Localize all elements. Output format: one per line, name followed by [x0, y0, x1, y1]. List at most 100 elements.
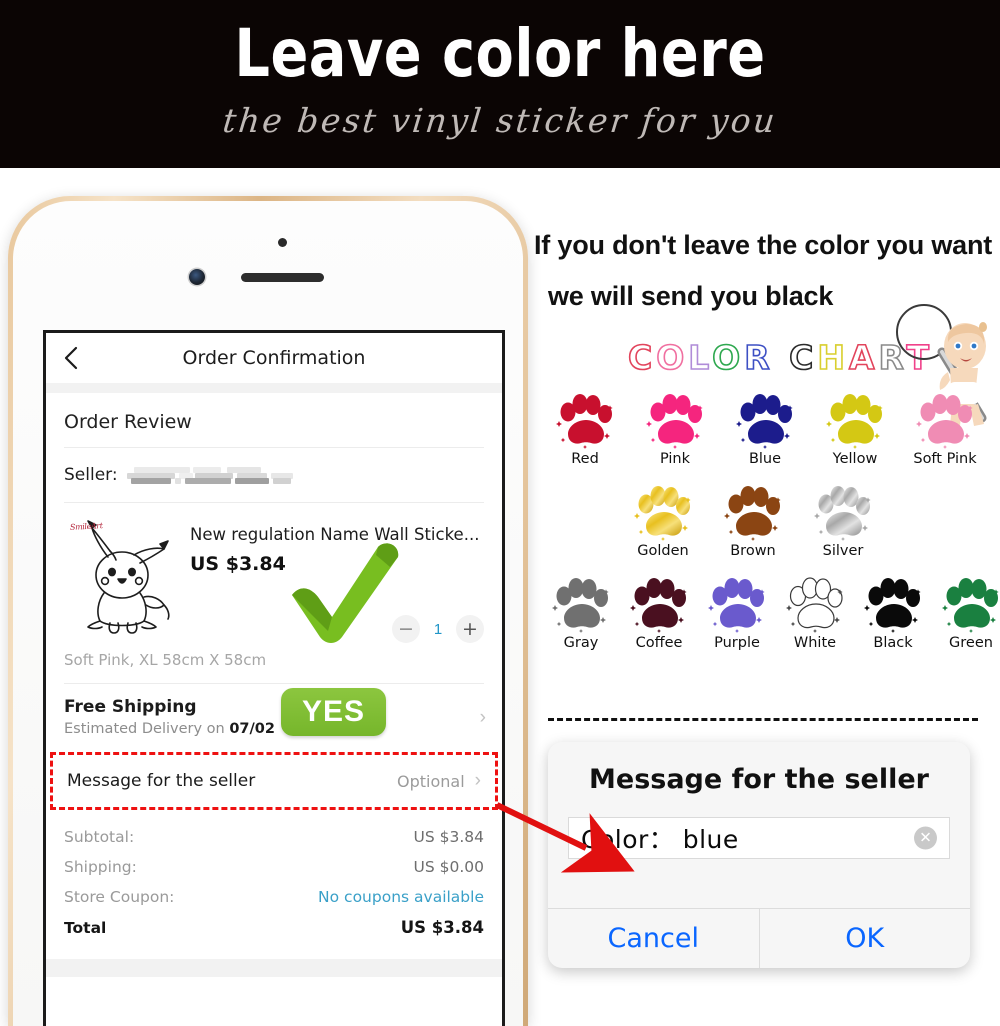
color-swatch-label: Brown	[730, 543, 776, 559]
dialog-buttons: Cancel OK	[548, 908, 970, 968]
shipping-row[interactable]: Free Shipping Estimated Delivery on 07/0…	[46, 684, 502, 752]
color-swatch-pink: Pink	[634, 392, 716, 467]
phone-face: Order Confirmation Order Review Seller: …	[13, 201, 523, 1026]
paw-print-icon	[814, 486, 871, 541]
notice-line-1: If you don't leave the color you want	[534, 230, 993, 260]
order-totals: Subtotal: US $3.84 Shipping: US $0.00 Store …	[46, 810, 502, 953]
quantity-stepper[interactable]: − 1 +	[392, 615, 484, 643]
total-line: Store Coupon: No coupons available	[64, 882, 484, 912]
clear-circle-icon[interactable]: ✕	[914, 826, 937, 850]
nav-divider	[46, 383, 502, 393]
seller-message-dialog: Message for the seller Color： blue ✕ Can…	[548, 742, 970, 968]
chart-title-letter: O	[711, 337, 745, 378]
ok-button[interactable]: OK	[758, 909, 971, 968]
color-swatch-blue: Blue	[724, 392, 806, 467]
color-swatch-row: Golden Brown Silver	[540, 484, 1000, 576]
message-row-label: Message for the seller	[67, 771, 256, 791]
paw-print-icon	[826, 394, 883, 449]
message-for-seller-row[interactable]: Message for the seller Optional ›	[50, 752, 498, 810]
message-row-right: Optional ›	[397, 770, 481, 792]
watermark-label: SmileArt	[69, 521, 103, 532]
product-variant: Soft Pink, XL 58cm X 58cm	[64, 651, 267, 669]
proximity-sensor-icon	[278, 238, 287, 247]
paw-print-icon	[864, 578, 921, 633]
color-swatch-grid: Red Pink Blue Yellow Soft Pink Golden Brown Sil…	[540, 392, 1000, 668]
paw-print-icon	[634, 486, 691, 541]
total-value[interactable]: No coupons available	[318, 888, 484, 906]
dashed-separator	[548, 718, 978, 721]
paw-print-icon	[556, 394, 613, 449]
chart-title-letter: L	[687, 337, 713, 378]
message-row-value: Optional	[397, 771, 465, 791]
color-swatch-label: Coffee	[635, 635, 683, 651]
paw-print-icon	[646, 394, 703, 449]
color-swatch-row: Red Pink Blue Yellow Soft Pink	[540, 392, 1000, 484]
color-swatch-label: Pink	[659, 451, 691, 467]
color-swatch-label: Yellow	[832, 451, 878, 467]
grand-total-value: US $3.84	[400, 918, 484, 937]
chevron-left-icon[interactable]	[60, 344, 82, 372]
dialog-title: Message for the seller	[589, 764, 929, 795]
color-swatch-label: Silver	[822, 543, 864, 559]
total-key: Store Coupon:	[64, 888, 175, 906]
color-swatch-red: Red	[544, 392, 626, 467]
total-key: Shipping:	[64, 858, 137, 876]
page-root: Leave color here the best vinyl sticker …	[0, 0, 1000, 1026]
message-input-value: Color： blue	[581, 825, 739, 854]
shipping-estimate-date: 07/02	[229, 721, 275, 737]
page-title: Order Confirmation	[182, 347, 366, 369]
paw-print-icon	[736, 394, 793, 449]
color-swatch-label: Red	[571, 451, 599, 467]
chart-title-letter: C	[627, 337, 657, 378]
color-swatch-label: Blue	[748, 451, 782, 467]
chevron-right-icon: ›	[479, 707, 486, 728]
earpiece-speaker-icon	[241, 273, 324, 282]
product-row[interactable]: SmileArt New regulation Name Wall Sticke…	[46, 503, 502, 643]
color-swatch-label: Golden	[637, 543, 689, 559]
grand-total-key: Total	[64, 919, 107, 937]
shipping-title: Free Shipping	[64, 697, 197, 717]
cancel-button[interactable]: Cancel	[548, 909, 759, 968]
color-swatch-black: Black	[852, 576, 934, 651]
color-swatch-label: Black	[873, 635, 913, 651]
color-swatch-brown: Brown	[712, 484, 794, 559]
banner-title: Leave color here	[234, 15, 766, 92]
color-swatch-gray: Gray	[540, 576, 622, 651]
yes-badge: YES	[281, 688, 386, 736]
quantity-plus-button[interactable]: +	[456, 615, 484, 643]
color-swatch-row: Gray Coffee Purple White Black Green	[540, 576, 1000, 668]
navigation-bar: Order Confirmation	[46, 333, 502, 383]
color-swatch-coffee: Coffee	[618, 576, 700, 651]
color-swatch-white: White	[774, 576, 856, 651]
color-swatch-green: Green	[930, 576, 1000, 651]
chart-title-letter	[774, 338, 790, 377]
message-input-field[interactable]: Color： blue ✕	[568, 817, 950, 859]
color-swatch-purple: Purple	[696, 576, 778, 651]
screen-bottom-divider	[46, 959, 502, 977]
product-name: New regulation Name Wall Sticke...	[190, 525, 480, 544]
seller-label: Seller:	[64, 465, 118, 485]
color-swatch-label: White	[793, 635, 837, 651]
chart-title-letter: C	[788, 337, 818, 378]
product-price: US $3.84	[190, 553, 286, 575]
seller-row[interactable]: Seller:	[46, 448, 502, 502]
chart-title-letter: H	[817, 337, 849, 378]
color-swatch-silver: Silver	[802, 484, 884, 559]
color-swatch-label: Soft Pink	[913, 451, 977, 467]
total-value: US $0.00	[413, 858, 484, 876]
header-banner: Leave color here the best vinyl sticker …	[0, 0, 1000, 168]
paw-print-icon	[786, 577, 843, 633]
color-swatch-label: Green	[949, 635, 993, 651]
chart-title-letter: O	[655, 337, 689, 378]
color-swatch-yellow: Yellow	[814, 392, 896, 467]
color-swatch-label: Purple	[714, 635, 760, 651]
quantity-minus-button[interactable]: −	[392, 615, 420, 643]
paw-print-icon	[552, 578, 609, 633]
paw-print-icon	[708, 578, 765, 633]
chart-title-letter: R	[743, 337, 774, 378]
phone-mockup: Order Confirmation Order Review Seller: …	[8, 196, 528, 1026]
order-review-heading: Order Review	[64, 411, 192, 433]
app-screen: Order Confirmation Order Review Seller: …	[43, 330, 505, 1026]
total-value: US $3.84	[413, 828, 484, 846]
paw-print-icon	[630, 578, 687, 633]
